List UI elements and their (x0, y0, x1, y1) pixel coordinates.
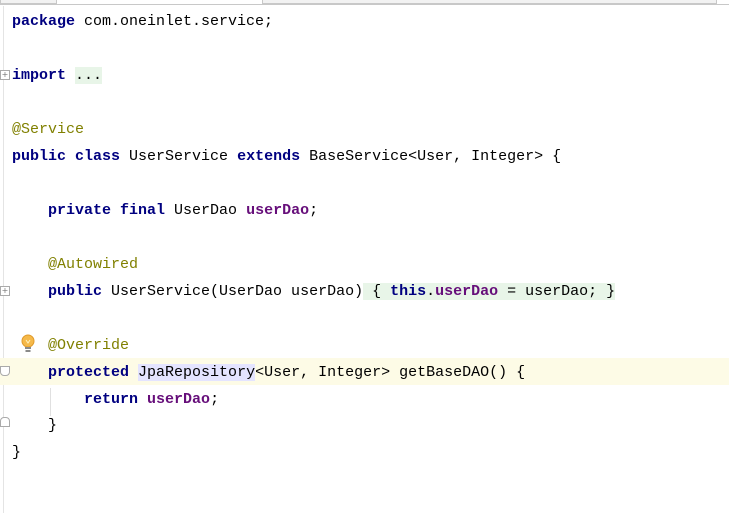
code-token: } (12, 417, 58, 434)
code-token: userDao (147, 391, 211, 408)
folded-code-token[interactable]: ... (75, 67, 103, 84)
fold-end-icon[interactable] (0, 417, 10, 427)
code-line[interactable]: } (12, 412, 57, 439)
code-token: JpaRepository (138, 364, 256, 381)
code-line[interactable]: @Service (12, 116, 84, 143)
code-token: ; (309, 202, 319, 219)
code-line[interactable]: @Override (12, 332, 129, 359)
code-line[interactable]: import ... (12, 62, 103, 89)
code-token: UserDao (165, 202, 247, 219)
code-token: @Service (12, 121, 85, 138)
code-line[interactable]: public UserService(UserDao userDao) { th… (12, 278, 616, 305)
code-token: import (12, 67, 67, 84)
code-token: public class (12, 148, 121, 165)
folded-code-token[interactable]: { (363, 283, 391, 300)
code-token: userDao (246, 202, 310, 219)
code-token: @Override (48, 337, 130, 354)
code-token: <User, Integer> getBaseDAO() { (255, 364, 526, 381)
code-token: } (12, 444, 22, 461)
code-token: UserService(UserDao userDao) (102, 283, 364, 300)
expand-fold-icon[interactable]: + (0, 70, 10, 80)
collapse-fold-icon[interactable] (0, 366, 10, 376)
folded-code-token[interactable]: = userDao; } (498, 283, 616, 300)
code-token: com.oneinlet.service; (75, 13, 274, 30)
code-line[interactable]: protected JpaRepository<User, Integer> g… (12, 359, 525, 386)
code-line[interactable]: } (12, 439, 21, 466)
code-token: return (84, 391, 139, 408)
code-token: private final (48, 202, 166, 219)
editor-tab[interactable] (0, 0, 57, 4)
folded-code-token[interactable]: userDao (435, 283, 499, 300)
code-line[interactable]: public class UserService extends BaseSer… (12, 143, 561, 170)
code-token: extends (237, 148, 301, 165)
code-token: ; (210, 391, 220, 408)
folded-code-token[interactable]: . (426, 283, 436, 300)
code-token: @Autowired (48, 256, 139, 273)
folded-code-token[interactable]: this (390, 283, 427, 300)
code-line[interactable]: @Autowired (12, 251, 138, 278)
code-line[interactable]: return userDao; (12, 386, 219, 413)
code-line[interactable]: package com.oneinlet.service; (12, 8, 273, 35)
editor-tab-strip (0, 0, 729, 5)
gutter (3, 6, 4, 513)
editor-tab[interactable] (262, 0, 717, 4)
code-token: protected (48, 364, 130, 381)
code-token: package (12, 13, 76, 30)
code-token: UserService (120, 148, 238, 165)
code-line[interactable]: private final UserDao userDao; (12, 197, 318, 224)
code-token: BaseService<User, Integer> { (300, 148, 562, 165)
expand-fold-icon[interactable]: + (0, 286, 10, 296)
code-token: public (48, 283, 103, 300)
